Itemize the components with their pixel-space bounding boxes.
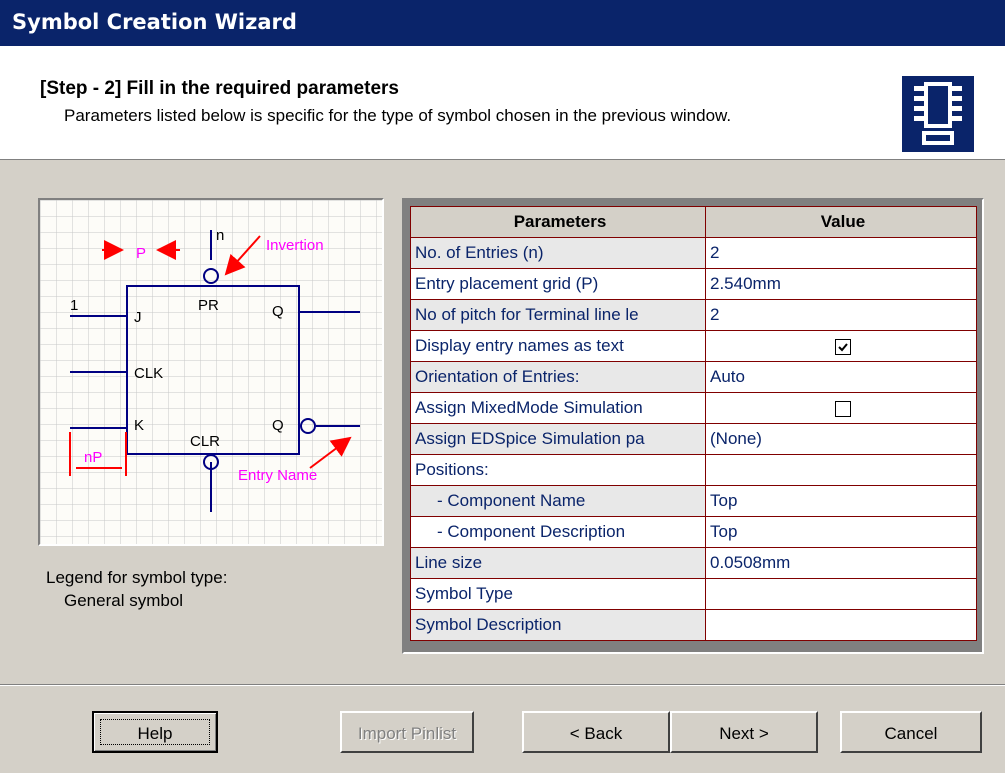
back-button[interactable]: < Back (522, 711, 670, 753)
value-cell[interactable]: 2.540mm (705, 268, 977, 300)
checkmark-icon (838, 342, 848, 351)
help-button-label: Help (137, 724, 173, 743)
value-cell[interactable] (705, 330, 977, 362)
value-cell[interactable]: 2 (705, 237, 977, 269)
table-row[interactable]: No of pitch for Terminal line le 2 (410, 299, 977, 331)
parameters-table: Parameters Value No. of Entries (n) 2 En… (410, 206, 977, 641)
value-cell[interactable] (705, 578, 977, 610)
label-pr: PR (198, 297, 219, 314)
table-row[interactable]: Assign MixedMode Simulation (410, 392, 977, 424)
label-k: K (134, 417, 144, 434)
value-cell[interactable]: (None) (705, 423, 977, 455)
step-description: Parameters listed below is specific for … (64, 106, 732, 125)
import-pinlist-label: Import Pinlist (357, 724, 457, 743)
mixedmode-checkbox[interactable] (835, 400, 851, 417)
step-title: [Step - 2] Fill in the required paramete… (40, 78, 399, 99)
next-button-label: Next > (719, 724, 769, 743)
table-row[interactable]: Display entry names as text (410, 330, 977, 362)
help-button[interactable]: Help (92, 711, 218, 753)
value-cell[interactable] (705, 454, 977, 486)
label-q-bottom: Q (272, 417, 284, 434)
table-row[interactable]: Line size 0.0508mm (410, 547, 977, 579)
param-cell[interactable]: Assign MixedMode Simulation (410, 392, 706, 424)
value-cell[interactable]: Auto (705, 361, 977, 393)
label-one: 1 (70, 297, 78, 314)
chip-icon (902, 76, 974, 152)
value-cell[interactable]: 2 (705, 299, 977, 331)
cancel-button[interactable]: Cancel (840, 711, 982, 753)
param-cell[interactable]: Display entry names as text (410, 330, 706, 362)
value-cell[interactable]: Top (705, 485, 977, 517)
param-cell[interactable]: No. of Entries (n) (410, 237, 706, 269)
label-clr: CLR (190, 433, 220, 450)
param-cell[interactable]: Assign EDSpice Simulation pa (410, 423, 706, 455)
value-cell[interactable]: Top (705, 516, 977, 548)
footer-separator (0, 684, 1005, 686)
table-row[interactable]: No. of Entries (n) 2 (410, 237, 977, 269)
param-cell[interactable]: Orientation of Entries: (410, 361, 706, 393)
legend-value: General symbol (64, 591, 184, 610)
value-cell[interactable] (705, 392, 977, 424)
table-row[interactable]: - Component Description Top (410, 516, 977, 548)
table-row[interactable]: Entry placement grid (P) 2.540mm (410, 268, 977, 300)
value-cell[interactable] (705, 609, 977, 641)
parameters-table-frame: Parameters Value No. of Entries (n) 2 En… (402, 198, 984, 654)
table-row[interactable]: Positions: (410, 454, 977, 486)
param-cell[interactable]: - Component Name (410, 485, 706, 517)
cancel-button-label: Cancel (884, 724, 938, 743)
label-np: nP (84, 449, 102, 466)
param-cell[interactable]: No of pitch for Terminal line le (410, 299, 706, 331)
table-row[interactable]: Symbol Description (410, 609, 977, 641)
wizard-header: [Step - 2] Fill in the required paramete… (0, 46, 1005, 160)
window-title: Symbol Creation Wizard (12, 10, 297, 34)
next-button[interactable]: Next > (670, 711, 818, 753)
import-pinlist-button[interactable]: Import Pinlist (340, 711, 474, 753)
table-row[interactable]: Orientation of Entries: Auto (410, 361, 977, 393)
label-clk: CLK (134, 365, 163, 382)
value-cell[interactable]: 0.0508mm (705, 547, 977, 579)
table-row[interactable]: Assign EDSpice Simulation pa (None) (410, 423, 977, 455)
param-cell[interactable]: Positions: (410, 454, 706, 486)
label-j: J (134, 309, 142, 326)
param-cell[interactable]: - Component Description (410, 516, 706, 548)
back-button-label: < Back (569, 724, 623, 743)
param-cell[interactable]: Line size (410, 547, 706, 579)
legend-label: Legend for symbol type: (46, 568, 228, 587)
label-n: n (216, 227, 224, 244)
symbol-diagram: n P Invertion 1 J PR Q CLK K CLR Q nP En… (38, 198, 384, 546)
display-names-checkbox[interactable] (835, 338, 851, 355)
header-parameters[interactable]: Parameters (410, 206, 706, 238)
header-value[interactable]: Value (705, 206, 977, 238)
title-bar: Symbol Creation Wizard (0, 0, 1005, 46)
param-cell[interactable]: Entry placement grid (P) (410, 268, 706, 300)
label-q-top: Q (272, 303, 284, 320)
table-row[interactable]: Symbol Type (410, 578, 977, 610)
param-cell[interactable]: Symbol Type (410, 578, 706, 610)
label-entry-name: Entry Name (238, 467, 317, 484)
table-row[interactable]: - Component Name Top (410, 485, 977, 517)
label-invertion: Invertion (266, 237, 324, 254)
label-p: P (136, 245, 146, 262)
param-cell[interactable]: Symbol Description (410, 609, 706, 641)
